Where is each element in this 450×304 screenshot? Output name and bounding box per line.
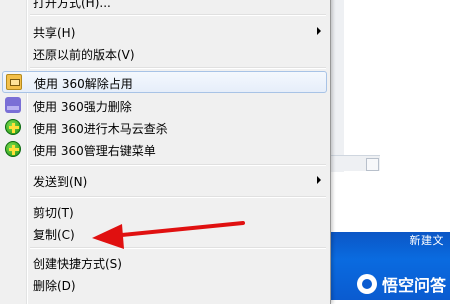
menu-separator: [30, 247, 326, 249]
menu-item-label: 使用 360解除占用: [34, 77, 133, 91]
menu-item-copy[interactable]: 复制(C): [0, 222, 328, 244]
menu-item-send-to[interactable]: 发送到(N): [0, 169, 328, 191]
menu-separator: [30, 14, 326, 16]
horizontal-scrollbar[interactable]: [330, 155, 380, 172]
submenu-arrow-icon: [317, 27, 321, 35]
context-menu: 打开方式(H)... 共享(H) 还原以前的版本(V) 使用 360解除占用 使…: [0, 0, 331, 304]
menu-item-open-with[interactable]: 打开方式(H)...: [0, 0, 328, 12]
menu-item-restore-versions[interactable]: 还原以前的版本(V): [0, 42, 328, 64]
menu-item-360-trojan-scan[interactable]: 使用 360进行木马云查杀: [0, 116, 328, 138]
menu-item-label: 发送到(N): [33, 175, 88, 189]
background-window: 新建文 悟空问答: [330, 0, 450, 300]
submenu-arrow-icon: [317, 176, 321, 184]
menu-item-360-unlock[interactable]: 使用 360解除占用: [2, 71, 327, 93]
empty-pane: [344, 171, 450, 231]
menu-item-label: 剪切(T): [33, 206, 74, 220]
menu-item-360-force-delete[interactable]: 使用 360强力删除: [0, 94, 328, 116]
menu-item-label: 共享(H): [33, 26, 76, 40]
menu-item-360-manage-menu[interactable]: 使用 360管理右键菜单: [0, 138, 328, 160]
desktop-item-label[interactable]: 新建文: [410, 232, 445, 248]
menu-item-label: 复制(C): [33, 228, 75, 242]
menu-item-label: 打开方式(H)...: [33, 0, 111, 10]
360-shield-icon: [5, 119, 21, 135]
scroll-right-button[interactable]: [366, 158, 379, 171]
menu-item-create-shortcut[interactable]: 创建快捷方式(S): [0, 251, 328, 273]
desktop-area: 新建文 悟空问答: [330, 232, 450, 300]
menu-item-share[interactable]: 共享(H): [0, 20, 328, 42]
menu-item-label: 使用 360管理右键菜单: [33, 144, 156, 158]
menu-separator: [30, 196, 326, 198]
unlock-file-icon: [6, 74, 22, 90]
vertical-scrollbar[interactable]: [330, 0, 344, 155]
menu-separator: [30, 67, 326, 69]
watermark-text: 悟空问答: [381, 276, 446, 295]
shred-file-icon: [5, 97, 21, 113]
menu-item-label: 还原以前的版本(V): [33, 48, 135, 62]
menu-separator: [30, 164, 326, 166]
menu-item-label: 删除(D): [33, 279, 76, 293]
menu-item-label: 创建快捷方式(S): [33, 257, 122, 271]
watermark: 悟空问答: [356, 272, 446, 296]
360-shield-icon: [5, 141, 21, 157]
wukong-logo-icon: [356, 274, 377, 294]
menu-item-delete[interactable]: 删除(D): [0, 273, 328, 295]
menu-item-cut[interactable]: 剪切(T): [0, 200, 328, 222]
menu-item-label: 使用 360强力删除: [33, 100, 132, 114]
file-list-pane: [330, 0, 450, 155]
menu-item-label: 使用 360进行木马云查杀: [33, 122, 168, 136]
